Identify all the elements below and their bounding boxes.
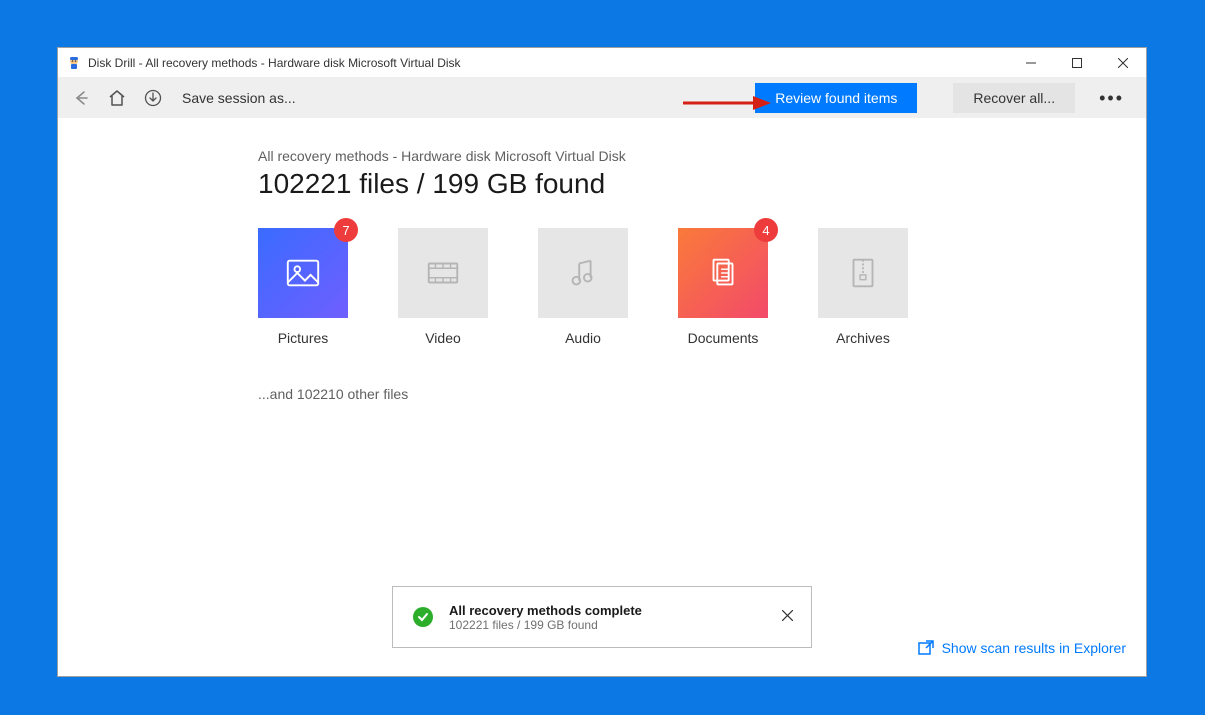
home-button[interactable] — [106, 87, 128, 109]
documents-icon — [704, 254, 742, 292]
pictures-tile: 7 — [258, 228, 348, 318]
video-tile — [398, 228, 488, 318]
completion-notification: All recovery methods complete 102221 fil… — [392, 586, 812, 648]
archives-tile — [818, 228, 908, 318]
other-files-text: ...and 102210 other files — [258, 386, 946, 402]
category-row: 7 Pictures — [258, 228, 946, 346]
maximize-button[interactable] — [1054, 48, 1100, 78]
recover-all-button[interactable]: Recover all... — [953, 83, 1075, 113]
save-session-button[interactable]: Save session as... — [178, 90, 296, 106]
category-label: Video — [425, 330, 461, 346]
app-icon — [66, 55, 82, 71]
documents-badge: 4 — [754, 218, 778, 242]
audio-tile — [538, 228, 628, 318]
scan-summary-headline: 102221 files / 199 GB found — [258, 168, 946, 200]
category-label: Audio — [565, 330, 601, 346]
download-icon[interactable] — [142, 87, 164, 109]
breadcrumb: All recovery methods - Hardware disk Mic… — [258, 148, 946, 164]
audio-icon — [564, 254, 602, 292]
window-title: Disk Drill - All recovery methods - Hard… — [88, 56, 461, 70]
category-documents[interactable]: 4 Documents — [678, 228, 768, 346]
more-menu-button[interactable]: ••• — [1089, 88, 1134, 109]
documents-tile: 4 — [678, 228, 768, 318]
show-in-explorer-link[interactable]: Show scan results in Explorer — [918, 640, 1126, 656]
pictures-badge: 7 — [334, 218, 358, 242]
notification-title: All recovery methods complete — [449, 603, 776, 618]
app-window: Disk Drill - All recovery methods - Hard… — [57, 47, 1147, 677]
notification-close-button[interactable] — [776, 602, 799, 632]
category-archives[interactable]: Archives — [818, 228, 908, 346]
title-bar: Disk Drill - All recovery methods - Hard… — [58, 48, 1146, 78]
category-label: Pictures — [278, 330, 329, 346]
category-video[interactable]: Video — [398, 228, 488, 346]
success-check-icon — [413, 607, 433, 627]
notification-subtitle: 102221 files / 199 GB found — [449, 618, 776, 632]
pictures-icon — [284, 254, 322, 292]
category-label: Archives — [836, 330, 890, 346]
open-external-icon — [918, 640, 934, 656]
review-found-items-button[interactable]: Review found items — [755, 83, 917, 113]
category-audio[interactable]: Audio — [538, 228, 628, 346]
video-icon — [424, 254, 462, 292]
back-button[interactable] — [70, 87, 92, 109]
close-button[interactable] — [1100, 48, 1146, 78]
toolbar: Save session as... Review found items Re… — [58, 78, 1146, 118]
minimize-button[interactable] — [1008, 48, 1054, 78]
archives-icon — [844, 254, 882, 292]
category-label: Documents — [688, 330, 759, 346]
category-pictures[interactable]: 7 Pictures — [258, 228, 348, 346]
explorer-link-label: Show scan results in Explorer — [942, 640, 1126, 656]
